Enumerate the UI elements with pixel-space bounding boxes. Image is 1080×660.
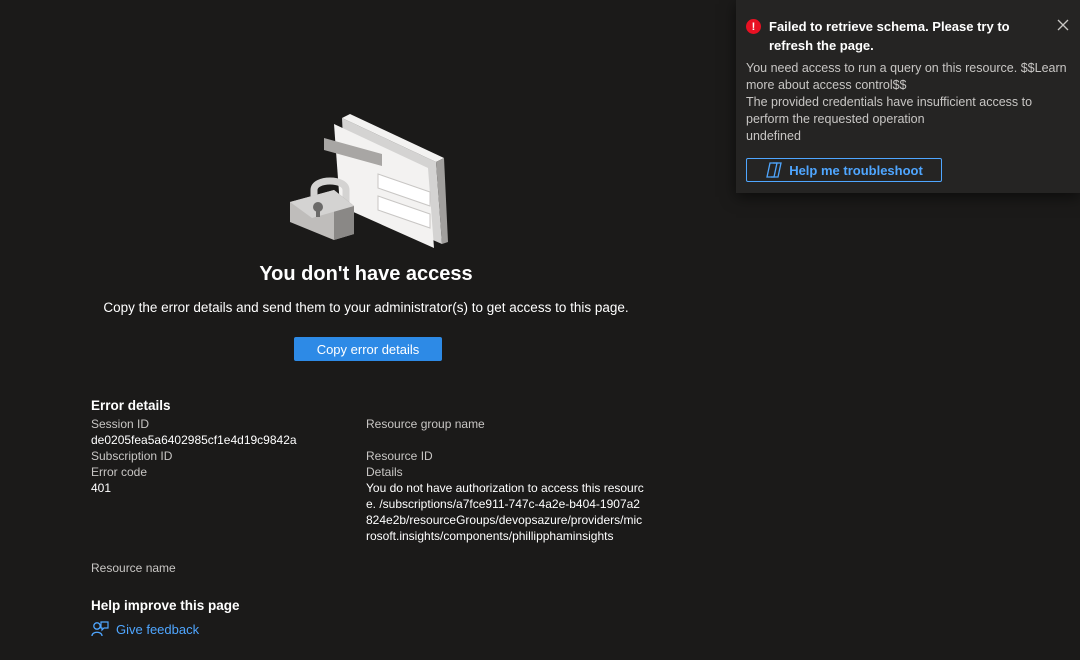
copilot-icon xyxy=(766,162,782,178)
toast-body-line: You need access to run a query on this r… xyxy=(746,61,1067,92)
resource-name-label: Resource name xyxy=(91,561,176,575)
padlock-and-card-illustration xyxy=(290,114,448,248)
details-label: Details xyxy=(366,465,403,479)
error-code-label: Error code xyxy=(91,465,148,479)
help-heading: Help improve this page xyxy=(91,598,240,613)
toast-body: You need access to run a query on this r… xyxy=(746,60,1076,145)
session-id-value: de0205fea5a6402985cf1e4d19c9842a xyxy=(91,433,297,447)
error-toast: ! Failed to retrieve schema. Please try … xyxy=(736,0,1080,193)
session-id-label: Session ID xyxy=(91,417,150,431)
copy-error-details-button[interactable]: Copy error details xyxy=(294,337,442,361)
error-icon: ! xyxy=(746,19,761,34)
help-me-troubleshoot-button[interactable]: Help me troubleshoot xyxy=(746,158,942,182)
details-value: You do not have authorization to access … xyxy=(366,481,644,543)
resource-group-label: Resource group name xyxy=(366,417,485,431)
error-code-value: 401 xyxy=(91,481,112,495)
toast-body-line: undefined xyxy=(746,129,801,143)
page-subtitle: Copy the error details and send them to … xyxy=(103,300,629,315)
give-feedback-label: Give feedback xyxy=(116,621,200,637)
page-title: You don't have access xyxy=(259,263,473,285)
toast-body-line: The provided credentials have insufficie… xyxy=(746,95,1033,126)
resource-id-label: Resource ID xyxy=(366,449,433,463)
toast-title: Failed to retrieve schema. Please try to… xyxy=(769,19,1010,53)
give-feedback-link[interactable]: Give feedback xyxy=(91,620,199,638)
error-details-heading: Error details xyxy=(91,398,171,413)
close-icon[interactable] xyxy=(1054,16,1072,34)
troubleshoot-label: Help me troubleshoot xyxy=(789,162,923,178)
subscription-id-label: Subscription ID xyxy=(91,449,173,463)
feedback-person-icon xyxy=(91,621,109,637)
